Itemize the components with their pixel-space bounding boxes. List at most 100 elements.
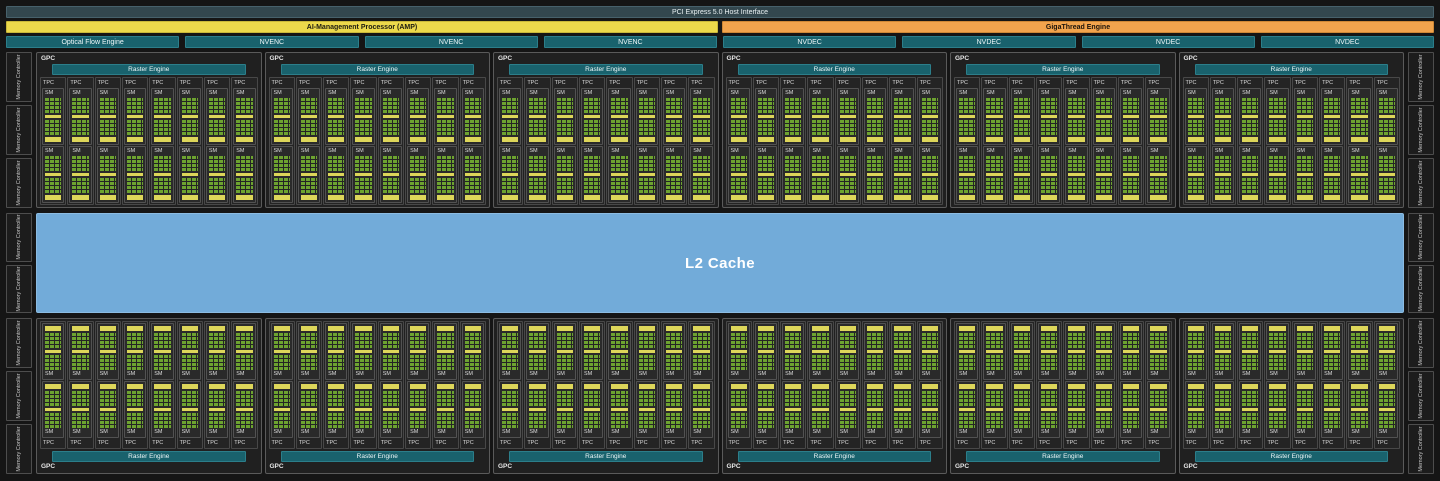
- sm-core-grid-lower: [1296, 178, 1314, 193]
- sm-cache-bar: [921, 384, 938, 389]
- sm-cache-bar-mid: [959, 115, 976, 118]
- sm-unit: SM: [42, 88, 65, 145]
- sm-cache-bar-mid: [72, 115, 89, 118]
- sm-core-grid-lower: [1378, 120, 1395, 135]
- sm-core-grid-lower: [1122, 120, 1140, 135]
- sm-core-grid-lower: [785, 333, 802, 348]
- tpc-label: TPC: [206, 440, 218, 446]
- sm-core-grid-upper: [45, 355, 62, 370]
- sm-core-grid-lower: [1324, 120, 1341, 135]
- sm-core-grid-lower: [529, 391, 546, 406]
- sm-core-grid-upper: [410, 413, 427, 428]
- sm-label: SM: [355, 148, 364, 154]
- sm-core-grid-lower: [867, 333, 884, 348]
- sm-label: SM: [1095, 371, 1104, 377]
- sm-cache-bar-mid: [126, 350, 144, 353]
- sm-core-grid-lower: [181, 391, 198, 406]
- sm-core-grid-lower: [894, 333, 911, 348]
- gpc-block: GPC Raster Engine TPC SM SM TPC SM SM TPC SM SM TPC…: [721, 318, 947, 474]
- sm-core-grid-lower: [583, 120, 601, 135]
- gpc-block: GPC Raster Engine TPC SM SM TPC SM SM TPC SM SM TPC…: [264, 318, 490, 474]
- sm-cache-bar: [1296, 195, 1314, 200]
- sm-core-grid-lower: [730, 391, 747, 406]
- sm-cache-bar: [126, 384, 144, 389]
- sm-cache-bar: [464, 326, 481, 331]
- sm-unit: SM: [635, 146, 658, 203]
- sm-core-grid-upper: [382, 156, 400, 171]
- gpc-block: GPC Raster Engine TPC SM SM TPC SM SM TPC SM SM TPC…: [721, 52, 947, 208]
- sm-label: SM: [529, 429, 538, 435]
- sm-unit: SM: [1037, 381, 1061, 438]
- sm-unit: SM: [983, 146, 1006, 203]
- sm-unit: SM: [297, 146, 321, 203]
- sm-core-grid-upper: [45, 98, 62, 113]
- sm-label: SM: [812, 90, 821, 96]
- sm-label: SM: [328, 148, 337, 154]
- sm-core-grid-lower: [437, 333, 454, 348]
- sm-core-grid-lower: [665, 120, 683, 135]
- sm-label: SM: [638, 90, 647, 96]
- memory-controller-label: Memory Controller: [1417, 320, 1424, 366]
- sm-unit: SM: [178, 323, 201, 380]
- sm-unit: SM: [864, 323, 887, 380]
- sm-cache-bar-mid: [1095, 350, 1112, 353]
- sm-core-grid-upper: [1068, 355, 1085, 370]
- tpc-label: TPC: [581, 80, 593, 86]
- sm-cache-bar-mid: [154, 350, 171, 353]
- sm-unit: SM: [1147, 323, 1170, 380]
- sm-unit: SM: [983, 323, 1006, 380]
- sm-core-grid-upper: [730, 98, 747, 113]
- sm-core-grid-upper: [181, 413, 198, 428]
- sm-label: SM: [99, 371, 108, 377]
- sm-core-grid-upper: [1242, 355, 1259, 370]
- sm-cache-bar-mid: [437, 115, 454, 118]
- sm-unit: SM: [1266, 88, 1289, 145]
- sm-cache-bar: [1269, 384, 1286, 389]
- memory-controller-label: Memory Controller: [15, 373, 22, 419]
- tpc-block: TPC SM SM: [1209, 77, 1237, 205]
- sm-core-grid-lower: [1068, 178, 1085, 193]
- sm-core-grid-lower: [410, 178, 427, 193]
- sm-core-grid-upper: [556, 156, 573, 171]
- sm-cache-bar-mid: [556, 115, 573, 118]
- sm-cache-bar-mid: [181, 408, 198, 411]
- sm-cache-bar-mid: [611, 115, 628, 118]
- sm-core-grid-lower: [1296, 120, 1314, 135]
- sm-label: SM: [959, 90, 968, 96]
- tpc-label: TPC: [124, 440, 136, 446]
- tpc-label: TPC: [353, 440, 365, 446]
- sm-unit: SM: [407, 323, 430, 380]
- sm-cache-bar: [300, 326, 318, 331]
- nvenc-bar: NVENC: [364, 36, 538, 48]
- sm-core-grid-lower: [1214, 178, 1232, 193]
- sm-cache-bar: [1013, 384, 1030, 389]
- sm-unit: SM: [297, 323, 321, 380]
- sm-cache-bar-mid: [502, 350, 519, 353]
- sm-core-grid-upper: [583, 156, 601, 171]
- sm-cache-bar-mid: [410, 350, 427, 353]
- tpc-label: TPC: [70, 440, 82, 446]
- sm-cache-bar: [986, 326, 1003, 331]
- sm-unit: SM: [96, 381, 119, 438]
- sm-core-grid-upper: [300, 413, 318, 428]
- sm-cache-bar-mid: [99, 408, 116, 411]
- sm-cache-bar-mid: [638, 408, 655, 411]
- sm-cache-bar: [693, 384, 710, 389]
- sm-core-grid-lower: [126, 178, 144, 193]
- sm-unit: SM: [1010, 146, 1033, 203]
- sm-core-grid-lower: [1040, 178, 1058, 193]
- tpc-block: TPC SM SM: [834, 321, 862, 449]
- sm-cache-bar: [1242, 137, 1259, 142]
- sm-label: SM: [208, 148, 218, 154]
- sm-core-grid-lower: [382, 391, 400, 406]
- sm-cache-bar-mid: [273, 350, 290, 353]
- tpc-label: TPC: [609, 80, 621, 86]
- sm-label: SM: [730, 90, 739, 96]
- sm-cache-bar: [1122, 384, 1140, 389]
- sm-core-grid-upper: [529, 413, 546, 428]
- sm-unit: SM: [1147, 146, 1170, 203]
- sm-label: SM: [921, 90, 930, 96]
- sm-unit: SM: [662, 323, 686, 380]
- sm-core-grid-lower: [1269, 333, 1286, 348]
- tpc-block: TPC SM SM: [780, 321, 807, 449]
